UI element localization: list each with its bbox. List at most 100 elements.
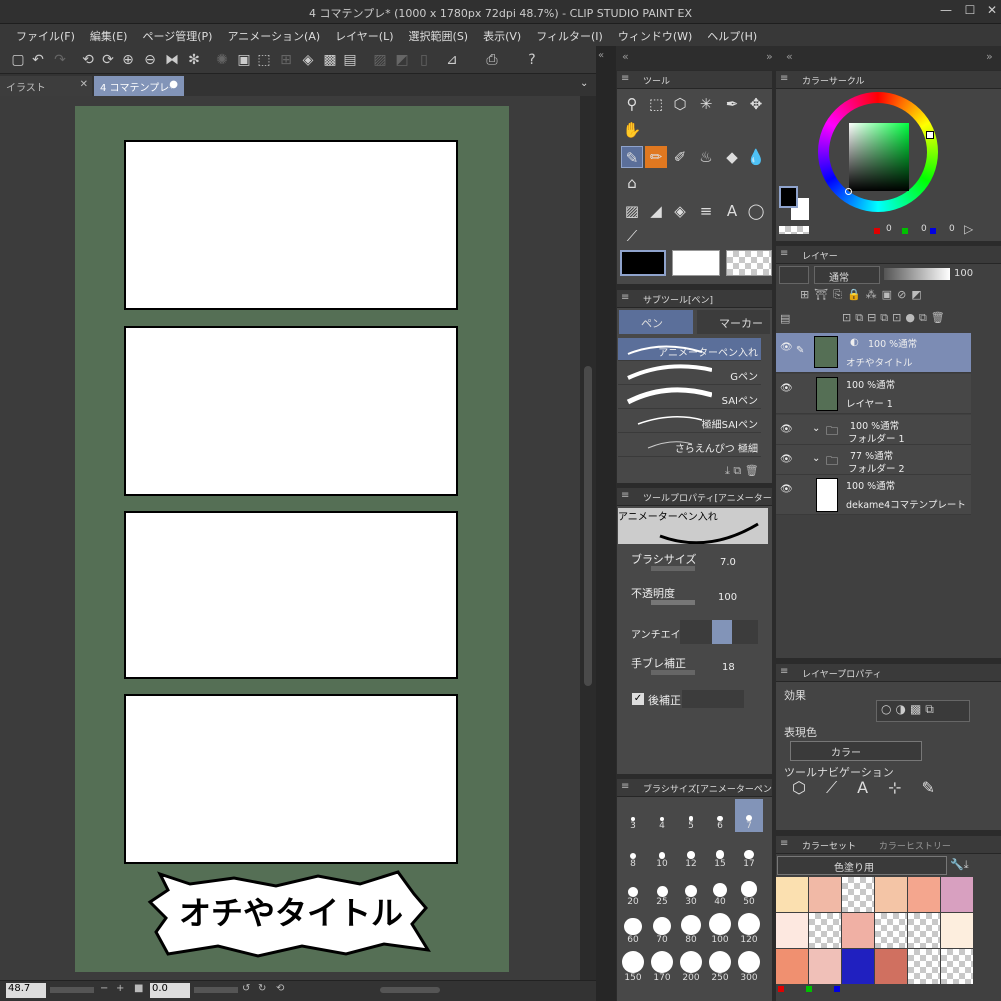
minimize-icon[interactable]: — bbox=[938, 3, 954, 19]
brush-size-option[interactable]: 200 bbox=[677, 951, 705, 984]
angle-slider[interactable] bbox=[194, 987, 238, 993]
brush-tool-icon[interactable]: ✐ bbox=[669, 146, 691, 168]
color-swatch[interactable] bbox=[908, 877, 940, 912]
angle-field[interactable]: 0.0 bbox=[150, 983, 190, 998]
add-subtool-icon[interactable]: ⤓ ⧉ 🗑 bbox=[725, 464, 759, 478]
brush-size-option[interactable]: 70 bbox=[648, 913, 676, 946]
color-swatch[interactable] bbox=[875, 877, 907, 912]
ruler3-icon[interactable]: ▯ bbox=[414, 50, 434, 70]
expression-color-select[interactable]: カラー bbox=[790, 741, 922, 761]
pen-tool-icon[interactable]: ✎ bbox=[621, 146, 643, 168]
sv-square[interactable] bbox=[849, 123, 909, 191]
collapse-right2-icon[interactable]: » bbox=[986, 50, 993, 63]
blend-icon[interactable]: 💧 bbox=[745, 146, 767, 168]
brush-size-option[interactable]: 7 bbox=[735, 799, 763, 832]
eye-icon[interactable]: 👁 bbox=[780, 454, 793, 465]
brush-size-option[interactable]: 40 bbox=[706, 875, 734, 908]
brush-size-option[interactable]: 10 bbox=[648, 837, 676, 870]
color-swatch[interactable] bbox=[809, 877, 841, 912]
menu-icon[interactable]: ≡ bbox=[780, 73, 788, 84]
ruler-icon[interactable]: ▨ bbox=[370, 50, 390, 70]
menu-icon[interactable]: ≡ bbox=[780, 838, 788, 849]
brush-size-option[interactable]: 20 bbox=[619, 875, 647, 908]
rotate-right-icon[interactable]: ⟳ bbox=[98, 50, 118, 70]
menu-help[interactable]: ヘルプ(H) bbox=[699, 24, 764, 46]
tool-nav-buttons[interactable]: ⬡⟋A⊹✎ bbox=[792, 778, 970, 802]
colorset-tab[interactable]: カラーセット bbox=[802, 842, 856, 852]
brush-size-option[interactable]: 5 bbox=[677, 799, 705, 832]
close-icon[interactable]: ✕ bbox=[80, 79, 88, 90]
collapse-icon[interactable]: « bbox=[598, 50, 604, 61]
brush-size-slider[interactable] bbox=[651, 566, 695, 571]
color-swatch[interactable] bbox=[842, 913, 874, 948]
menu-selection[interactable]: 選択範囲(S) bbox=[401, 24, 476, 46]
post-correction-checkbox[interactable]: ✓ bbox=[632, 693, 644, 705]
color-swatch[interactable] bbox=[776, 949, 808, 984]
auto-select-icon[interactable]: ✳ bbox=[695, 93, 717, 115]
menu-animation[interactable]: アニメーション(A) bbox=[219, 24, 327, 46]
opacity-value[interactable]: 100 bbox=[718, 592, 737, 603]
collapse-left-icon[interactable]: « bbox=[622, 50, 629, 63]
rotate-left-icon[interactable]: ⟲ bbox=[78, 50, 98, 70]
layer-row[interactable]: 👁 100 %通常 レイヤー 1 bbox=[776, 374, 971, 414]
new-icon[interactable]: ▢ bbox=[8, 50, 28, 70]
tab-illust[interactable]: イラスト ✕ bbox=[0, 76, 92, 96]
brush-size-option[interactable]: 150 bbox=[619, 951, 647, 984]
settings-icon[interactable]: ✻ bbox=[184, 50, 204, 70]
rotate-left-icon[interactable]: ↺ bbox=[242, 983, 250, 994]
fill-icon[interactable]: ▣ bbox=[234, 50, 254, 70]
brush-size-option[interactable]: 50 bbox=[735, 875, 763, 908]
layer-opacity-value[interactable]: 100 bbox=[954, 268, 973, 279]
menu-page[interactable]: ページ管理(P) bbox=[134, 24, 219, 46]
color-swatch[interactable] bbox=[875, 913, 907, 948]
fill-tool-icon[interactable]: ◈ bbox=[669, 200, 691, 222]
brush-size-option[interactable]: 60 bbox=[619, 913, 647, 946]
layer-actions-icons[interactable]: ⊡⧉⊟⧉⊡●⧉🗑 bbox=[842, 311, 949, 325]
brush-size-value[interactable]: 7.0 bbox=[720, 557, 736, 568]
object-tool-icon[interactable]: ⬡ bbox=[669, 93, 691, 115]
hscroll[interactable] bbox=[380, 987, 440, 993]
layer-toolbar-icons[interactable]: ⊞⛩⎘🔒⁂▣⊘◩ bbox=[800, 288, 927, 302]
brush-size-option[interactable]: 300 bbox=[735, 951, 763, 984]
color-swatch[interactable] bbox=[809, 913, 841, 948]
zoom-in-icon[interactable]: + bbox=[116, 983, 124, 994]
layer-color-select[interactable] bbox=[779, 266, 809, 284]
brush-size-option[interactable]: 120 bbox=[735, 913, 763, 946]
redo-icon[interactable]: ↷ bbox=[50, 50, 70, 70]
flip-icon[interactable]: ⧓ bbox=[162, 50, 182, 70]
eye-icon[interactable]: 👁 bbox=[780, 342, 793, 353]
zoom-in-icon[interactable]: ⊕ bbox=[118, 50, 138, 70]
main-color-swatch[interactable] bbox=[620, 250, 666, 276]
eraser-icon[interactable]: ◆ bbox=[721, 146, 743, 168]
reset-rotation-icon[interactable]: ⟲ bbox=[276, 983, 284, 994]
brush-size-option[interactable]: 4 bbox=[648, 799, 676, 832]
menu-view[interactable]: 表示(V) bbox=[475, 24, 528, 46]
zoom-tool-icon[interactable]: ⚲ bbox=[621, 93, 643, 115]
zoom-slider[interactable] bbox=[50, 987, 94, 993]
mesh-icon[interactable]: ⊞ bbox=[276, 50, 296, 70]
brush-size-option[interactable]: 30 bbox=[677, 875, 705, 908]
colorset-select[interactable]: 色塗り用 bbox=[777, 856, 947, 875]
color-swatch[interactable] bbox=[908, 949, 940, 984]
ruler2-icon[interactable]: ◩ bbox=[392, 50, 412, 70]
airbrush-icon[interactable]: ♨ bbox=[695, 146, 717, 168]
opacity-slider[interactable] bbox=[651, 600, 695, 605]
move-icon[interactable]: ✥ bbox=[745, 93, 767, 115]
antialias-selector[interactable] bbox=[680, 620, 758, 644]
stabilization-slider[interactable] bbox=[651, 670, 695, 675]
menu-icon[interactable]: ≡ bbox=[780, 666, 788, 677]
export-icon[interactable]: ⎙ bbox=[482, 50, 502, 70]
transparent-swatch[interactable] bbox=[779, 226, 809, 234]
menu-icon[interactable]: ≡ bbox=[621, 292, 629, 303]
menu-edit[interactable]: 編集(E) bbox=[82, 24, 135, 46]
pencil-tool-icon[interactable]: ✏ bbox=[645, 146, 667, 168]
close-icon[interactable]: ✕ bbox=[984, 3, 1000, 19]
clear-icon[interactable]: ✺ bbox=[212, 50, 232, 70]
color-swatch[interactable] bbox=[875, 949, 907, 984]
balloon-tool-icon[interactable]: ◯ bbox=[745, 200, 767, 222]
hand-icon[interactable]: ✋ bbox=[621, 119, 643, 141]
sub-color-swatch[interactable] bbox=[672, 250, 720, 276]
eye-icon[interactable]: 👁 bbox=[780, 383, 793, 394]
correction-icon[interactable]: ⟋ bbox=[621, 225, 643, 247]
brush-size-option[interactable]: 170 bbox=[648, 951, 676, 984]
